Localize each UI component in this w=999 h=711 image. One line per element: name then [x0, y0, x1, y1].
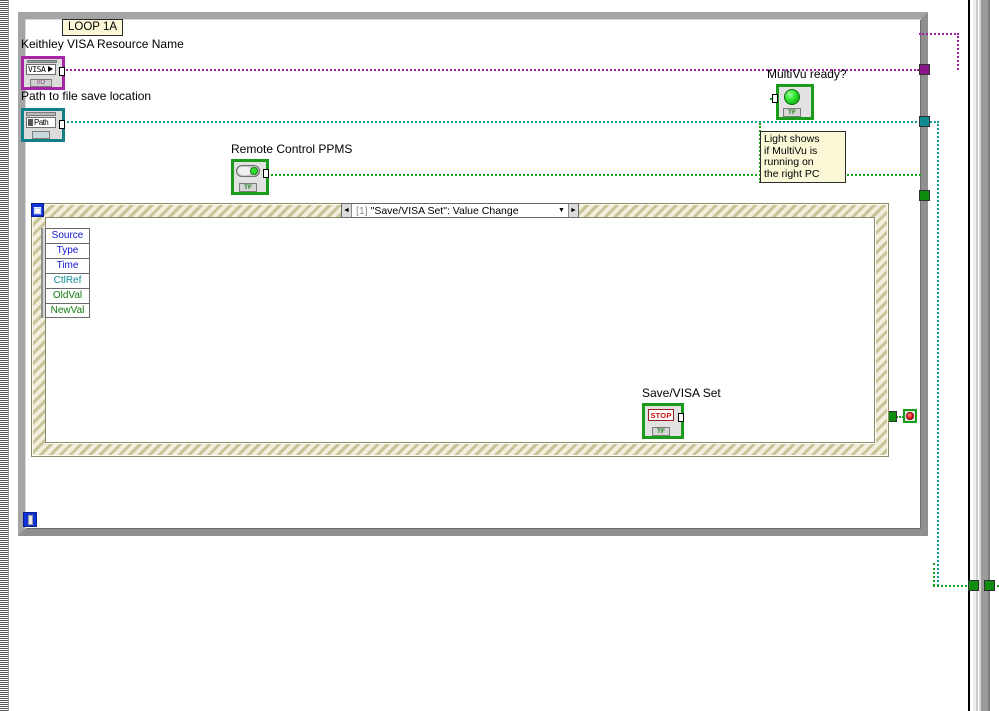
multivu-datatype-tag: TF	[783, 108, 801, 117]
tunnel-remote-control[interactable]	[919, 190, 930, 201]
visa-dropdown-arrow-icon	[48, 66, 53, 72]
comment-multivu-light[interactable]: Light shows if MultiVu is running on the…	[760, 131, 846, 183]
round-led-icon	[784, 89, 800, 105]
multivu-input-port[interactable]	[772, 94, 778, 103]
tunnel-path[interactable]	[919, 116, 930, 127]
event-selector-event-name: "Save/VISA Set": Value Change	[370, 204, 519, 217]
terminal-file-path[interactable]: Path	[21, 108, 65, 142]
vertical-scrollbar[interactable]	[966, 0, 999, 711]
event-structure-case-area[interactable]	[45, 217, 875, 443]
path-datatype-tag	[32, 131, 50, 139]
event-data-type[interactable]: Type	[45, 243, 90, 258]
tunnel-bottom-a[interactable]	[968, 580, 979, 591]
wire-bottom-vertical	[933, 563, 935, 586]
terminal-remote-control-ppms[interactable]: TF	[231, 159, 269, 195]
event-selector-label: [1] "Save/VISA Set": Value Change	[352, 205, 555, 217]
event-case-selector[interactable]: ◄ [1] "Save/VISA Set": Value Change ▼ ►	[341, 203, 579, 218]
save-visa-set-datatype-tag: TF	[652, 427, 670, 436]
label-save-visa-set: Save/VISA Set	[642, 386, 721, 400]
wire-visa-vertical-right	[957, 33, 959, 70]
loop-iteration-terminal[interactable]	[23, 512, 37, 527]
stop-button-icon: STOP	[648, 409, 674, 421]
remote-control-output-port[interactable]	[263, 169, 269, 178]
label-visa-resource-name: Keithley VISA Resource Name	[21, 37, 184, 51]
comment-line-3: running on	[764, 156, 814, 168]
terminal-save-visa-set[interactable]: STOP TF	[642, 403, 684, 439]
comment-line-4: the right PC	[764, 167, 820, 180]
toggle-led-icon	[250, 167, 258, 175]
label-file-save-path: Path to file save location	[21, 89, 152, 103]
event-data-ctlref[interactable]: CtlRef	[45, 273, 90, 288]
visa-datatype-tag: I/O	[30, 79, 52, 87]
visa-terminal-titlebar	[27, 60, 57, 63]
event-data-source[interactable]: Source	[45, 228, 90, 243]
loop-stop-condition[interactable]	[903, 409, 917, 423]
wire-path-horizontal	[59, 121, 921, 123]
stop-sign-icon	[906, 412, 914, 420]
event-selector-prev-button[interactable]: ◄	[342, 204, 352, 217]
visa-output-port[interactable]	[59, 67, 65, 76]
event-structure-icon: ▣	[31, 203, 44, 217]
comment-line-1: Light shows	[764, 133, 820, 145]
label-remote-control-ppms: Remote Control PPMS	[231, 142, 353, 156]
iteration-glyph-icon	[28, 515, 33, 525]
event-data-newval[interactable]: NewVal	[45, 303, 90, 318]
terminal-visa-resource-name[interactable]: VISA I/O	[21, 56, 65, 90]
tunnel-bottom-b[interactable]	[984, 580, 995, 591]
loop-label-1a: LOOP 1A	[62, 19, 124, 36]
path-terminal-titlebar	[26, 112, 56, 116]
event-data-node[interactable]: Source Type Time CtlRef OldVal NewVal	[41, 228, 90, 318]
terminal-multivu-ready[interactable]: TF	[772, 84, 814, 120]
event-structure[interactable]	[31, 203, 889, 457]
scrollbar-edge	[968, 0, 970, 711]
wire-visa-top-branch	[919, 33, 959, 35]
event-selector-index: [1]	[356, 204, 368, 217]
event-data-time[interactable]: Time	[45, 258, 90, 273]
wire-path-vertical-right	[937, 121, 939, 586]
path-output-port[interactable]	[59, 120, 65, 129]
save-visa-set-output-port[interactable]	[678, 413, 684, 422]
left-scroll-gutter[interactable]	[0, 0, 9, 711]
scrollbar-track[interactable]	[971, 0, 978, 711]
remote-control-datatype-tag: TF	[239, 183, 257, 192]
chevron-down-icon[interactable]: ▼	[555, 204, 568, 217]
label-multivu-ready: MultiVu ready?	[767, 67, 847, 81]
folder-icon	[28, 119, 33, 126]
tunnel-visa[interactable]	[919, 64, 930, 75]
scrollbar-thumb[interactable]	[979, 0, 990, 711]
event-selector-next-button[interactable]: ►	[568, 204, 578, 217]
event-data-oldval[interactable]: OldVal	[45, 288, 90, 303]
